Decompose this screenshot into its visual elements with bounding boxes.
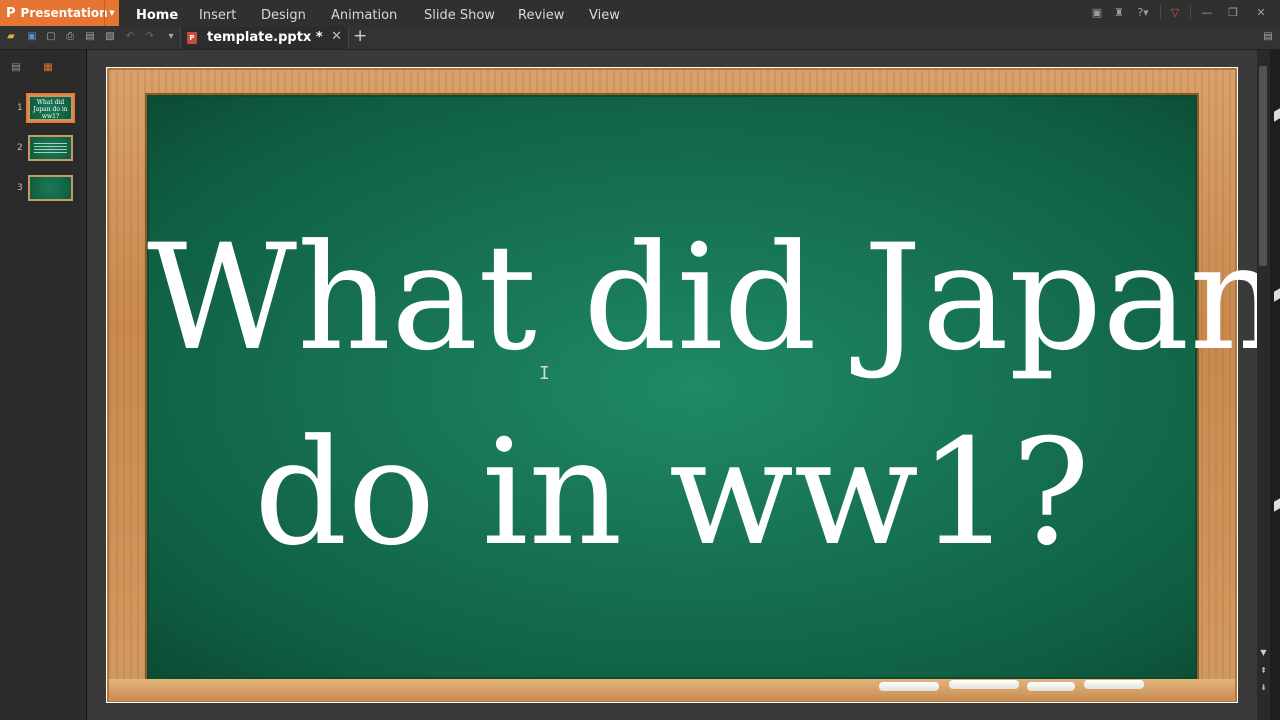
toolbar-options-icon[interactable]: ▤ (1262, 31, 1274, 43)
menu-animation[interactable]: Animation (331, 0, 397, 27)
slide-title-line-1[interactable]: What did Japan (147, 225, 1280, 371)
export-icon[interactable]: ▧ (104, 31, 116, 43)
slide-thumbnail-text-lines (34, 143, 67, 153)
app-menu-caret-icon[interactable]: ▼ (104, 0, 119, 26)
next-slide-icon[interactable]: ⇟ (1257, 682, 1270, 694)
menu-slide-show[interactable]: Slide Show (424, 0, 495, 27)
minimize-icon[interactable]: — (1200, 4, 1214, 20)
strip-mark (1274, 288, 1280, 302)
menu-design[interactable]: Design (261, 0, 306, 27)
shirt-icon[interactable]: ♜ (1112, 4, 1126, 20)
new-tab-icon[interactable]: + (353, 26, 367, 46)
chalk-piece (949, 680, 1019, 689)
strip-mark (1274, 108, 1280, 122)
pptx-file-icon: P (187, 32, 197, 44)
chalk-piece (1084, 680, 1144, 689)
slides-panel: ▤ ▦ 1 What did Japan do in ww1? 2 3 (0, 50, 87, 720)
slide-number: 1 (17, 103, 23, 113)
save-icon[interactable]: ▣ (26, 31, 38, 43)
menu-bar: P Presentation ▼ Home Insert Design Anim… (0, 0, 1280, 28)
scrollbar-thumb[interactable] (1259, 66, 1267, 266)
chalk-piece (1027, 682, 1075, 691)
previous-slide-icon[interactable]: ⇞ (1257, 665, 1270, 677)
menu-view[interactable]: View (589, 0, 620, 27)
skin-icon[interactable]: ▣ (1090, 4, 1104, 20)
undo-icon[interactable]: ↶ (124, 31, 136, 43)
chalkboard-frame: What did Japan do in ww1? I (107, 68, 1280, 702)
print-icon[interactable]: ⎙ (64, 31, 76, 43)
app-menu-button[interactable]: P Presentation ▼ (0, 0, 119, 26)
print-preview-icon[interactable]: ▤ (84, 31, 96, 43)
strip-mark (1274, 498, 1280, 512)
chalk-piece (879, 682, 939, 691)
collapse-ribbon-icon[interactable]: ▽ (1168, 4, 1182, 20)
slide-editor-area[interactable]: What did Japan do in ww1? I (87, 50, 1280, 720)
document-tab-title: template.pptx * (207, 30, 323, 45)
chalkboard[interactable]: What did Japan do in ww1? I (147, 95, 1280, 679)
slide-number: 3 (17, 183, 23, 193)
text-cursor-icon: I (539, 363, 550, 384)
close-icon[interactable]: ✕ (1254, 4, 1268, 20)
restore-icon[interactable]: ❐ (1226, 4, 1240, 20)
app-logo-icon: P (6, 5, 16, 21)
open-icon[interactable]: ▰ (5, 31, 17, 43)
document-tab[interactable]: P template.pptx * ✕ (180, 27, 349, 49)
menu-home[interactable]: Home (136, 0, 178, 27)
app-name: Presentation (20, 6, 108, 20)
panel-tabs: ▤ ▦ (0, 50, 86, 88)
slide-thumbnail-text: What did Japan do in ww1? (33, 99, 68, 120)
quick-access-toolbar: ▰ ▣ ▢ ⎙ ▤ ▧ ↶ ↷ ▾ P template.pptx * ✕ + … (0, 26, 1280, 50)
right-edge-strip (1270, 50, 1280, 720)
divider (1160, 5, 1161, 19)
redo-icon[interactable]: ↷ (144, 31, 156, 43)
slide-thumbnail-row[interactable]: 3 (0, 175, 86, 205)
slide-thumbnail-row[interactable]: 1 What did Japan do in ww1? (0, 93, 86, 125)
divider (1190, 5, 1191, 19)
slide-title-line-2[interactable]: do in ww1? (147, 420, 1197, 566)
slides-view-icon[interactable]: ▦ (41, 63, 55, 73)
menu-insert[interactable]: Insert (199, 0, 236, 27)
outline-view-icon[interactable]: ▤ (9, 63, 23, 73)
scroll-down-arrow-icon[interactable]: ▼ (1257, 647, 1270, 659)
slide-thumbnail[interactable] (28, 135, 73, 161)
menu-review[interactable]: Review (518, 0, 564, 27)
new-icon[interactable]: ▢ (45, 31, 57, 43)
slide-thumbnail[interactable]: What did Japan do in ww1? (26, 93, 75, 123)
slide-thumbnail-row[interactable]: 2 (0, 135, 86, 165)
close-tab-icon[interactable]: ✕ (331, 29, 342, 44)
vertical-scrollbar[interactable]: ▼ ⇞ ⇟ (1257, 50, 1270, 720)
slide[interactable]: What did Japan do in ww1? I (106, 67, 1280, 703)
slide-thumbnail[interactable] (28, 175, 73, 201)
dropdown-icon[interactable]: ▾ (165, 31, 177, 43)
chalk-tray (109, 679, 1235, 701)
slide-number: 2 (17, 143, 23, 153)
help-label: ? (1137, 5, 1144, 19)
help-icon[interactable]: ? ▾ (1134, 4, 1152, 20)
